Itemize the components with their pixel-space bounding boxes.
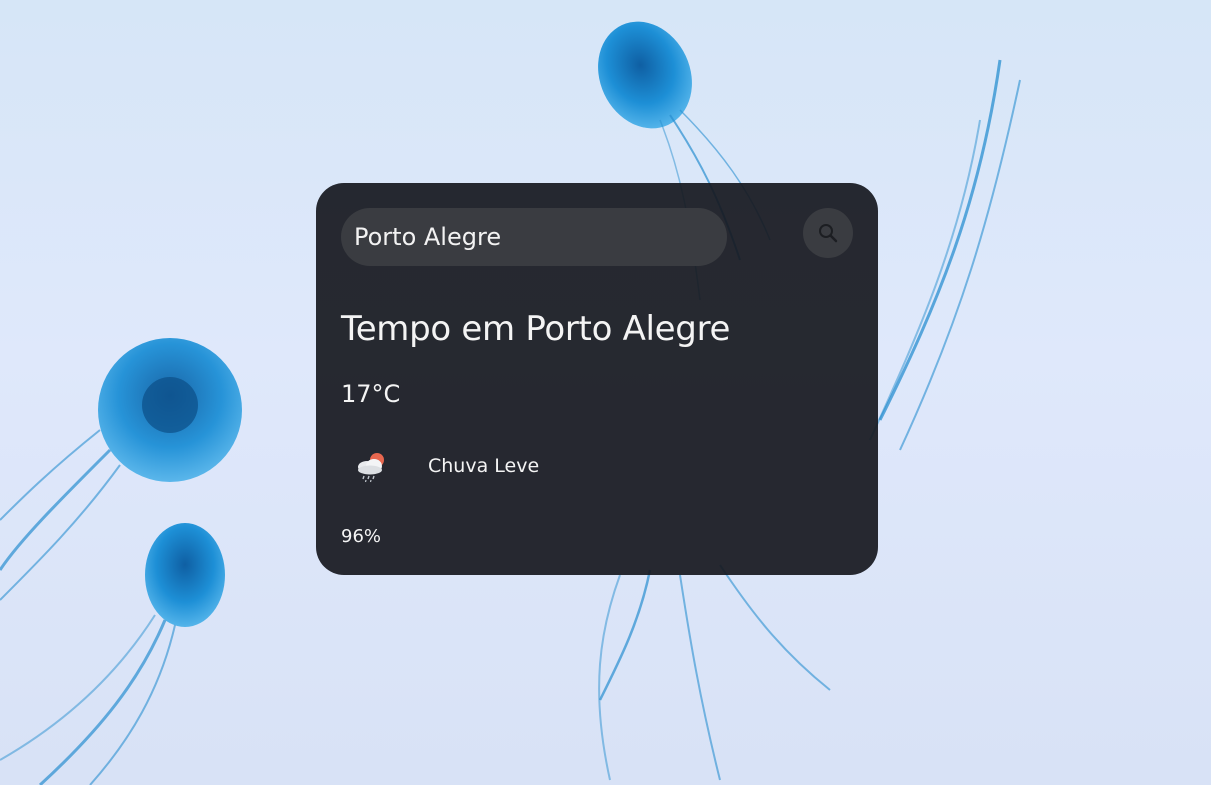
jellyfish-left-small: [0, 523, 225, 785]
light-rain-cloud-sun-icon: [358, 453, 384, 483]
weather-title: Tempo em Porto Alegre: [341, 309, 731, 349]
weather-description-row: Chuva Leve: [341, 443, 741, 491]
weather-description: Chuva Leve: [428, 455, 540, 477]
search-button[interactable]: [803, 208, 853, 258]
humidity: 96%: [341, 526, 382, 547]
weather-card: Tempo em Porto Alegre 17°C Chuva Leve 96…: [316, 183, 878, 575]
city-search-input[interactable]: [341, 208, 727, 266]
jellyfish-bottom: [598, 564, 831, 781]
temperature: 17°C: [341, 380, 401, 408]
jellyfish-right-tendrils: [869, 59, 1021, 451]
search-icon: [819, 224, 838, 243]
search-bar: [341, 208, 853, 266]
